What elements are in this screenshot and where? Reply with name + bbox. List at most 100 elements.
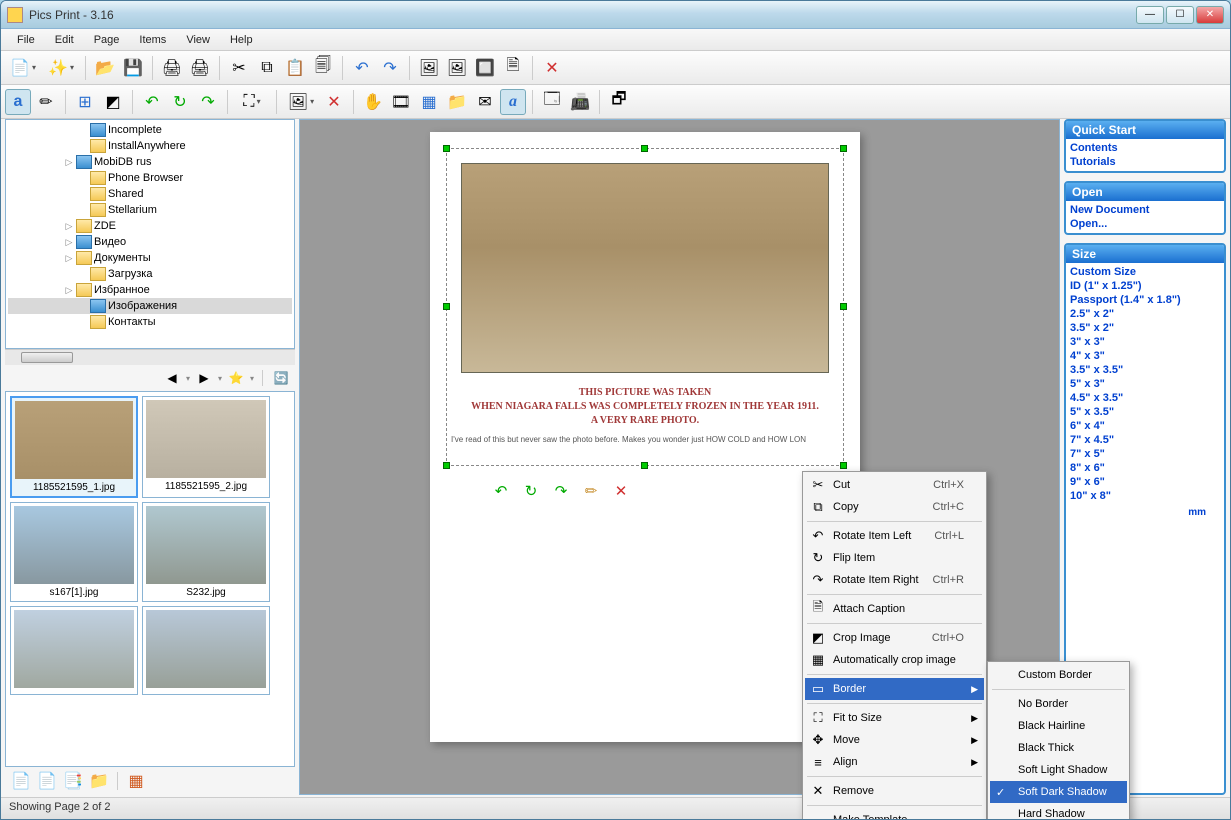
menu-item[interactable]: ✂CutCtrl+X	[805, 474, 984, 496]
menu-item[interactable]: 🗎Attach Caption	[805, 598, 984, 620]
size-link[interactable]: 5" x 3"	[1070, 377, 1220, 391]
text-icon[interactable]: a	[500, 89, 526, 115]
menu-item[interactable]: Hard Shadow	[990, 803, 1127, 820]
menu-edit[interactable]: Edit	[45, 31, 84, 49]
menu-item[interactable]: Make Template	[805, 809, 984, 820]
delete-button[interactable]: ✕	[539, 55, 565, 81]
menu-item[interactable]: Custom Border	[990, 664, 1127, 686]
save-button[interactable]: 💾	[120, 55, 146, 81]
size-link[interactable]: 8" x 6"	[1070, 461, 1220, 475]
duplicate-button[interactable]: 🗐	[310, 55, 336, 81]
size-link[interactable]: 3.5" x 3.5"	[1070, 363, 1220, 377]
size-link[interactable]: 7" x 5"	[1070, 447, 1220, 461]
handle-e[interactable]	[840, 303, 847, 310]
mail-button[interactable]: ✉	[472, 89, 498, 115]
menu-item[interactable]: ⛶Fit to Size▶	[805, 707, 984, 729]
paste-button[interactable]: 📋	[282, 55, 308, 81]
tree-item[interactable]: Stellarium	[8, 202, 292, 218]
menu-items[interactable]: Items	[129, 31, 176, 49]
menu-item[interactable]: ✕Remove	[805, 780, 984, 802]
close-button[interactable]: ✕	[1196, 6, 1224, 24]
tree-item[interactable]: ▷ZDE	[8, 218, 292, 234]
grid-icon[interactable]: ▦	[416, 89, 442, 115]
autocrop-button[interactable]: ◩	[100, 89, 126, 115]
handle-nw[interactable]	[443, 145, 450, 152]
tree-scrollbar[interactable]	[5, 349, 295, 365]
scan-button[interactable]: 📠	[567, 89, 593, 115]
menu-item[interactable]: ↷Rotate Item RightCtrl+R	[805, 569, 984, 591]
rotate-left-button[interactable]: ↶	[139, 89, 165, 115]
window-icon[interactable]: 🗔	[539, 89, 565, 115]
float-rotate-left[interactable]: ↶	[490, 480, 512, 502]
tree-item[interactable]: Phone Browser	[8, 170, 292, 186]
menu-item[interactable]: Soft Light Shadow	[990, 759, 1127, 781]
menu-item[interactable]: ▭Border▶	[805, 678, 984, 700]
wizard-button[interactable]: ✨▾	[43, 55, 79, 81]
fit-button[interactable]: ⛶▾	[234, 89, 270, 115]
open-button[interactable]: 📂	[92, 55, 118, 81]
size-link[interactable]: 3.5" x 2"	[1070, 321, 1220, 335]
menu-item[interactable]: ✥Move▶	[805, 729, 984, 751]
remove-button[interactable]: ✕	[321, 89, 347, 115]
add-text-button[interactable]: 🗎	[500, 55, 526, 81]
tree-item[interactable]: ▷Видео	[8, 234, 292, 250]
folder-tree[interactable]: IncompleteInstallAnywhere▷MobiDB rusPhon…	[5, 119, 295, 349]
thumbnail[interactable]	[142, 606, 270, 695]
grid-button[interactable]: ▦	[124, 769, 148, 793]
tree-item[interactable]: ▷Документы	[8, 250, 292, 266]
tree-item[interactable]: Изображения	[8, 298, 292, 314]
size-link[interactable]: 9" x 6"	[1070, 475, 1220, 489]
menu-item[interactable]: No Border	[990, 693, 1127, 715]
new-button[interactable]: 📄▾	[5, 55, 41, 81]
handle-s[interactable]	[641, 462, 648, 469]
print-preview-button[interactable]: 🖨	[159, 55, 185, 81]
print-button[interactable]: 🖨	[187, 55, 213, 81]
thumbnail[interactable]: S232.jpg	[142, 502, 270, 602]
thumbnail-panel[interactable]: 1185521595_1.jpg1185521595_2.jpgs167[1].…	[5, 391, 295, 767]
refresh-button[interactable]: 🔄	[271, 368, 291, 388]
folder-button[interactable]: 📁	[444, 89, 470, 115]
size-link[interactable]: 4.5" x 3.5"	[1070, 391, 1220, 405]
add-image-button[interactable]: 🖼	[416, 55, 442, 81]
thumbnail[interactable]	[10, 606, 138, 695]
menu-item[interactable]: ◩Crop ImageCtrl+O	[805, 627, 984, 649]
size-link[interactable]: 4" x 3"	[1070, 349, 1220, 363]
tile-button[interactable]: 🗗	[606, 89, 632, 115]
fwd-button[interactable]: ▶	[194, 368, 214, 388]
size-link[interactable]: 5" x 3.5"	[1070, 405, 1220, 419]
link-open[interactable]: Open...	[1070, 217, 1220, 231]
undo-button[interactable]: ↶	[349, 55, 375, 81]
handle-n[interactable]	[641, 145, 648, 152]
size-link[interactable]: Passport (1.4" x 1.8")	[1070, 293, 1220, 307]
cut-button[interactable]: ✂	[226, 55, 252, 81]
handle-w[interactable]	[443, 303, 450, 310]
add-filled-button[interactable]: 🔲	[472, 55, 498, 81]
handle-ne[interactable]	[840, 145, 847, 152]
menu-item[interactable]: ⧉CopyCtrl+C	[805, 496, 984, 518]
size-link[interactable]: Custom Size	[1070, 265, 1220, 279]
back-button[interactable]: ◀	[162, 368, 182, 388]
size-link[interactable]: ID (1" x 1.25")	[1070, 279, 1220, 293]
edit-button[interactable]: ✏	[33, 89, 59, 115]
maximize-button[interactable]: ☐	[1166, 6, 1194, 24]
tree-item[interactable]: Загрузка	[8, 266, 292, 282]
menu-page[interactable]: Page	[84, 31, 130, 49]
handle-se[interactable]	[840, 462, 847, 469]
tree-item[interactable]: InstallAnywhere	[8, 138, 292, 154]
menu-item[interactable]: ↶Rotate Item LeftCtrl+L	[805, 525, 984, 547]
link-tutorials[interactable]: Tutorials	[1070, 155, 1220, 169]
float-edit[interactable]: ✏	[580, 480, 602, 502]
menu-item[interactable]: Black Thick	[990, 737, 1127, 759]
tree-item[interactable]: Incomplete	[8, 122, 292, 138]
rotate-right-button[interactable]: ↷	[195, 89, 221, 115]
copy-button[interactable]: ⧉	[254, 55, 280, 81]
flip-button[interactable]: ↻	[167, 89, 193, 115]
tree-item[interactable]: Shared	[8, 186, 292, 202]
add-page-button[interactable]: 📄	[9, 769, 33, 793]
add-folder-button[interactable]: 📁	[87, 769, 111, 793]
float-rotate-right[interactable]: ↷	[550, 480, 572, 502]
fav-button[interactable]: ⭐	[226, 368, 246, 388]
tree-item[interactable]: Контакты	[8, 314, 292, 330]
border-submenu[interactable]: Custom BorderNo BorderBlack HairlineBlac…	[987, 661, 1130, 820]
crop-button[interactable]: ⊞	[72, 89, 98, 115]
